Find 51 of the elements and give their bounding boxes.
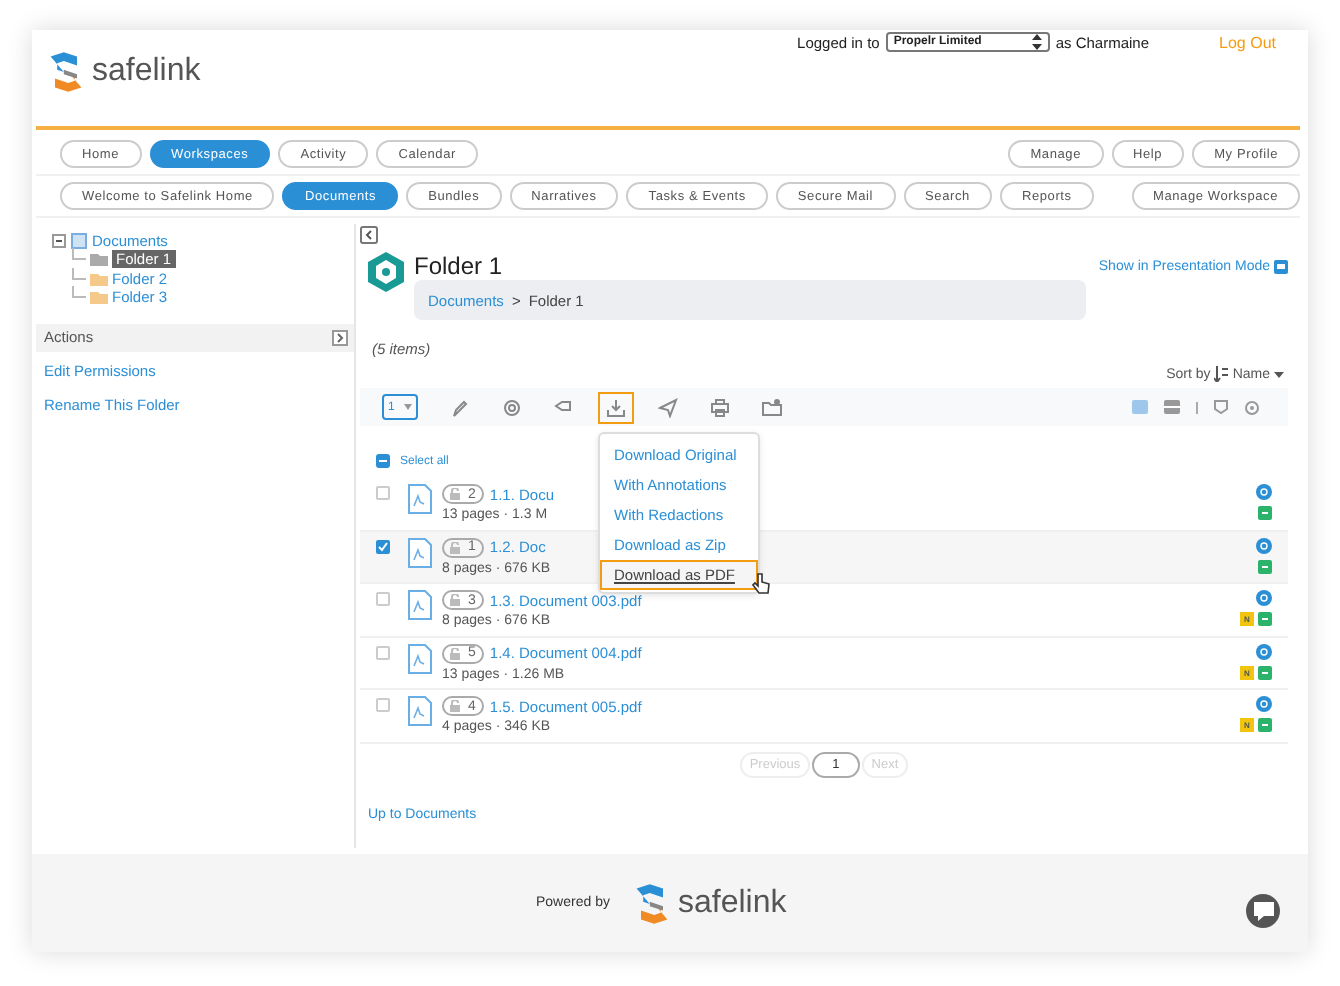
pdf-file-icon (408, 590, 432, 620)
pdf-file-icon (408, 484, 432, 514)
tag-icon (554, 397, 574, 417)
screen-icon (1274, 259, 1288, 273)
sort-icon (1214, 366, 1229, 382)
settings-icon (502, 397, 522, 417)
folder-image-icon (762, 397, 782, 417)
checkbox[interactable] (376, 592, 390, 606)
pdf-file-icon (408, 537, 432, 567)
collapse-icon[interactable] (52, 234, 66, 248)
logo-text: safelink (677, 885, 787, 921)
hexagon-icon (368, 252, 404, 292)
expand-panel-icon[interactable] (332, 329, 348, 345)
send-icon (658, 397, 678, 417)
logo-text: safelink (92, 54, 201, 90)
caret-icon (404, 404, 412, 410)
status-icon (1258, 718, 1272, 732)
status-icon (1258, 665, 1272, 679)
pdf-file-icon (408, 696, 432, 726)
select-all-checkbox-icon[interactable] (376, 454, 390, 468)
print-icon (710, 397, 730, 417)
lock-icon (450, 488, 462, 500)
lock-icon (450, 700, 462, 712)
checkbox[interactable] (376, 539, 390, 553)
checkbox[interactable] (376, 698, 390, 712)
checkbox[interactable] (376, 645, 390, 659)
download-icon (606, 397, 626, 417)
folder-title: Folder 1 (414, 252, 503, 280)
status-circle-icon (1256, 696, 1272, 712)
filter-icon[interactable] (1214, 400, 1228, 414)
settings-icon[interactable] (1244, 399, 1260, 415)
toolbar-button[interactable] (598, 391, 634, 423)
checkbox[interactable] (376, 486, 390, 500)
pdf-file-icon (408, 643, 432, 673)
status-circle-icon (1256, 484, 1272, 500)
status-icon (1258, 612, 1272, 626)
logout-link[interactable]: Log Out (1219, 33, 1276, 51)
lock-icon (450, 594, 462, 606)
lock-icon (450, 647, 462, 659)
status-icon (1258, 506, 1272, 520)
status-circle-icon (1256, 537, 1272, 553)
status-circle-icon (1256, 590, 1272, 606)
pencil-icon (450, 397, 470, 417)
list-view-icon[interactable] (1164, 400, 1180, 414)
status-circle-icon (1256, 643, 1272, 659)
updown-icon (1031, 34, 1042, 50)
chat-icon (1251, 900, 1275, 922)
status-icon (1258, 559, 1272, 573)
caret-icon (1274, 371, 1284, 377)
collapse-sidebar-icon[interactable] (360, 226, 378, 244)
lock-icon (450, 541, 462, 553)
